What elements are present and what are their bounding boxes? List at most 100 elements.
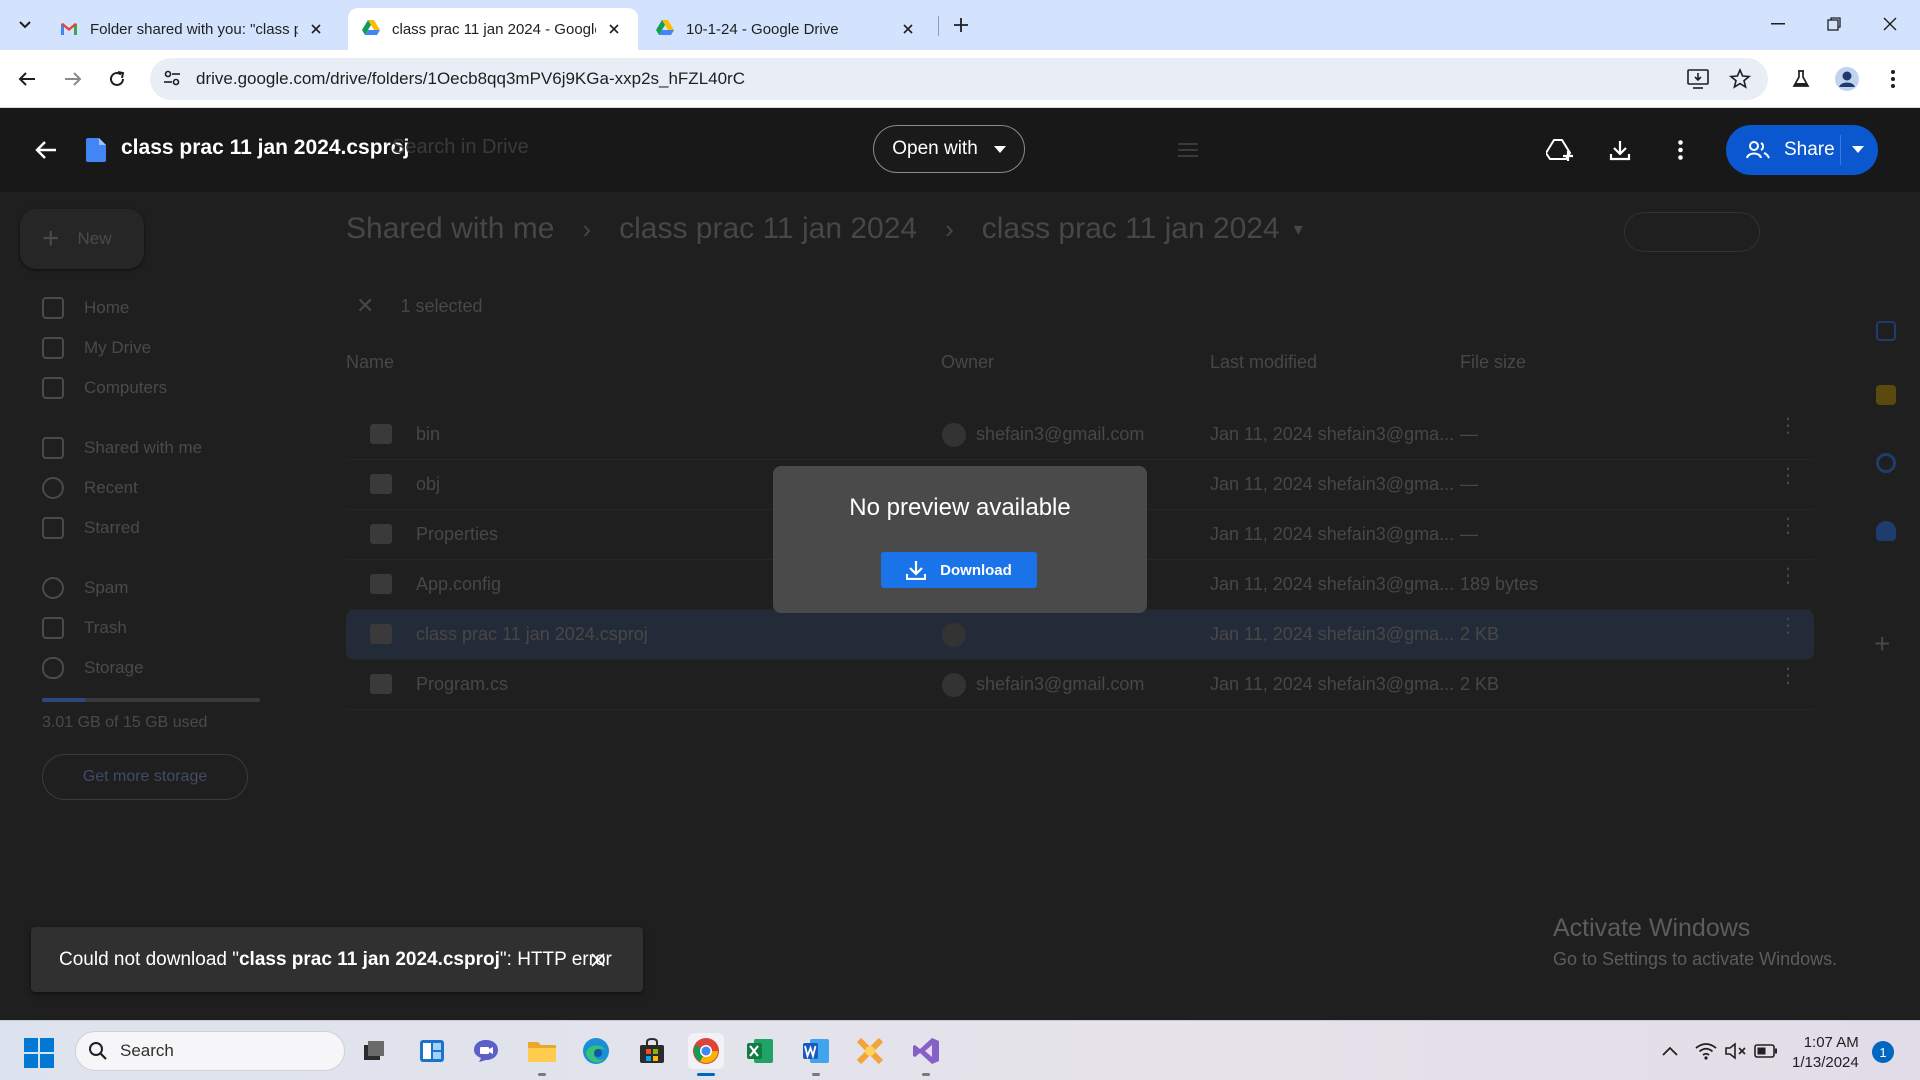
contacts-icon[interactable] xyxy=(1876,521,1896,541)
storage-progress-bar xyxy=(42,698,260,702)
minimize-button[interactable] xyxy=(1750,0,1806,48)
clear-selection-icon[interactable]: ✕ xyxy=(356,293,374,319)
row-more-icon[interactable]: ⋮ xyxy=(1778,416,1798,436)
browser-tab-drive-active[interactable]: class prac 11 jan 2024 - Google xyxy=(348,8,638,50)
windows-start-icon[interactable] xyxy=(24,1038,54,1068)
install-app-icon[interactable] xyxy=(1686,67,1710,91)
close-tab-icon[interactable] xyxy=(898,19,918,39)
new-button[interactable]: + New xyxy=(20,209,144,269)
add-to-drive-icon[interactable] xyxy=(1542,132,1578,168)
breadcrumb-item[interactable]: class prac 11 jan 2024 xyxy=(619,212,917,246)
column-last-modified[interactable]: Last modified xyxy=(1210,352,1317,373)
taskbar-search[interactable]: Search xyxy=(75,1031,345,1071)
sidebar-item-starred[interactable]: Starred xyxy=(42,513,140,543)
table-row[interactable]: bin shefain3@gmail.com Jan 11, 2024 shefai… xyxy=(346,410,1814,460)
caret-down-icon[interactable]: ▾ xyxy=(1294,219,1303,240)
volume-muted-icon[interactable] xyxy=(1724,1041,1748,1061)
download-icon[interactable] xyxy=(1602,132,1638,168)
sidebar-item-spam[interactable]: Spam xyxy=(42,573,128,603)
row-more-icon[interactable]: ⋮ xyxy=(1778,516,1798,536)
column-name[interactable]: Name xyxy=(346,352,394,373)
row-name: class prac 11 jan 2024.csproj xyxy=(416,624,648,644)
breadcrumb-item[interactable]: Shared with me xyxy=(346,212,554,246)
row-more-icon[interactable]: ⋮ xyxy=(1778,566,1798,586)
profile-avatar[interactable] xyxy=(1830,62,1864,96)
close-icon[interactable] xyxy=(585,947,611,973)
system-clock[interactable]: 1:07 AM 1/13/2024 xyxy=(1792,1033,1859,1073)
sidebar-item-shared[interactable]: Shared with me xyxy=(42,433,202,463)
sticky-notes-app-icon[interactable] xyxy=(852,1033,888,1069)
search-hint: Search in Drive xyxy=(392,136,529,158)
battery-icon[interactable] xyxy=(1754,1041,1778,1061)
file-explorer-icon[interactable] xyxy=(524,1033,560,1069)
filter-icon xyxy=(1170,132,1206,168)
bookmark-star-icon[interactable] xyxy=(1728,67,1752,91)
tasks-icon[interactable] xyxy=(1876,453,1896,473)
download-label: Download xyxy=(940,561,1012,579)
snackbar-prefix: Could not download " xyxy=(59,949,239,970)
notification-badge[interactable]: 1 xyxy=(1872,1041,1894,1063)
download-button[interactable]: Download xyxy=(881,552,1037,588)
row-last-modified: Jan 11, 2024 shefain3@gma... xyxy=(1210,624,1455,644)
column-file-size[interactable]: File size xyxy=(1460,352,1526,373)
chrome-icon[interactable] xyxy=(688,1033,724,1069)
back-button[interactable] xyxy=(10,62,44,96)
sidebar-item-recent[interactable]: Recent xyxy=(42,473,138,503)
view-toggle[interactable] xyxy=(1624,212,1760,252)
teams-chat-icon[interactable] xyxy=(468,1033,504,1069)
word-icon[interactable] xyxy=(798,1033,834,1069)
row-name: obj xyxy=(416,474,441,494)
tab-title: Folder shared with you: "class p xyxy=(90,20,298,38)
running-indicator xyxy=(922,1073,930,1076)
wifi-icon[interactable] xyxy=(1694,1041,1718,1061)
back-arrow-icon[interactable] xyxy=(28,132,64,168)
reload-button[interactable] xyxy=(100,62,134,96)
snackbar-filename: class prac 11 jan 2024.csproj xyxy=(238,949,500,970)
add-addon-icon[interactable]: + xyxy=(1874,628,1890,660)
restore-button[interactable] xyxy=(1806,0,1862,48)
browser-menu-icon[interactable] xyxy=(1876,62,1910,96)
sidebar-item-my-drive[interactable]: My Drive xyxy=(42,333,151,363)
sidebar-item-storage[interactable]: Storage xyxy=(42,653,144,683)
row-more-icon[interactable]: ⋮ xyxy=(1778,616,1798,636)
widgets-icon[interactable] xyxy=(414,1033,450,1069)
share-dropdown-caret-icon[interactable] xyxy=(1852,146,1864,153)
task-view-icon[interactable] xyxy=(356,1033,392,1069)
excel-icon[interactable] xyxy=(742,1033,778,1069)
share-button[interactable]: Share xyxy=(1726,125,1878,175)
more-options-icon[interactable] xyxy=(1662,132,1698,168)
row-more-icon[interactable]: ⋮ xyxy=(1778,466,1798,486)
column-owner[interactable]: Owner xyxy=(941,352,994,373)
chevron-down-icon xyxy=(19,21,31,29)
sidebar-item-computers[interactable]: Computers xyxy=(42,373,167,403)
browser-tab-drive[interactable]: 10-1-24 - Google Drive xyxy=(642,8,932,50)
tab-search-button[interactable] xyxy=(12,13,38,37)
share-label: Share xyxy=(1784,139,1835,160)
viewer-header: class prac 11 jan 2024.csproj Search in … xyxy=(0,108,1920,192)
browser-tab-gmail[interactable]: Folder shared with you: "class p xyxy=(46,8,340,50)
share-divider xyxy=(1840,135,1841,165)
taskbar-search-label: Search xyxy=(120,1041,174,1060)
sidebar-item-trash[interactable]: Trash xyxy=(42,613,127,643)
breadcrumb-current[interactable]: class prac 11 jan 2024 xyxy=(982,212,1280,246)
close-window-button[interactable] xyxy=(1862,0,1918,48)
get-more-storage-button[interactable]: Get more storage xyxy=(42,754,248,800)
calendar-icon[interactable] xyxy=(1876,321,1896,341)
edge-icon[interactable] xyxy=(578,1033,614,1069)
close-tab-icon[interactable] xyxy=(306,19,326,39)
table-row[interactable]: class prac 11 jan 2024.csproj Jan 11, 202… xyxy=(346,610,1814,660)
open-with-button[interactable]: Open with xyxy=(873,125,1025,173)
keep-icon[interactable] xyxy=(1876,385,1896,405)
sidebar-item-home[interactable]: Home xyxy=(42,293,129,323)
address-bar[interactable]: drive.google.com/drive/folders/1Oecb8qq3… xyxy=(150,58,1768,100)
forward-button[interactable] xyxy=(56,62,90,96)
microsoft-store-icon[interactable] xyxy=(634,1033,670,1069)
row-more-icon[interactable]: ⋮ xyxy=(1778,666,1798,686)
site-info-icon[interactable] xyxy=(162,68,182,88)
visual-studio-icon[interactable] xyxy=(908,1033,944,1069)
labs-flask-icon[interactable] xyxy=(1784,62,1818,96)
table-row[interactable]: Program.cs shefain3@gmail.com Jan 11, 2024… xyxy=(346,660,1814,710)
chevron-up-icon[interactable] xyxy=(1658,1041,1682,1061)
close-tab-icon[interactable] xyxy=(604,19,624,39)
new-tab-button[interactable] xyxy=(948,12,974,38)
